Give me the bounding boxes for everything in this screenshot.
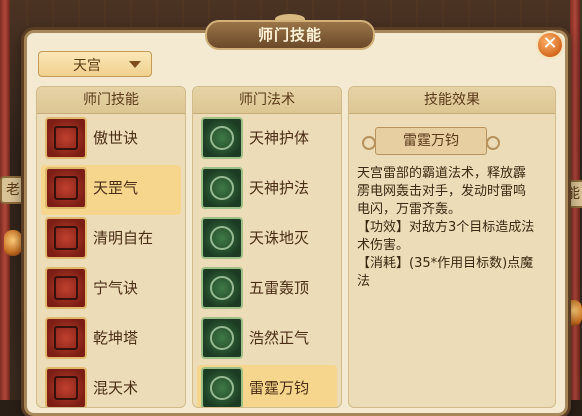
- skill-label: 乾坤塔: [93, 329, 139, 347]
- pagoda-icon: [45, 317, 87, 359]
- skill-label: 清明自在: [93, 229, 154, 247]
- figure-icon: [45, 167, 87, 209]
- effect-column-header: 技能效果: [349, 87, 555, 114]
- spell-label: 天诛地灭: [249, 229, 310, 247]
- frame-icon: [201, 217, 243, 259]
- skill-label: 宁气诀: [93, 279, 139, 297]
- scroll-icon: [45, 117, 87, 159]
- spells-column-header: 师门法术: [193, 87, 341, 114]
- effect-description-block: 天宫雷部的霸道法术，释放霹雳电网轰击对手，发动时雷鸣电闪，万雷齐轰。 【功效】对…: [357, 165, 537, 291]
- spell-row-haoranzhengqi[interactable]: 浩然正气: [197, 315, 337, 365]
- skill-row-ningqijue[interactable]: 宁气诀: [41, 265, 181, 315]
- spell-label: 天神护体: [249, 129, 310, 147]
- effect-description: 天宫雷部的霸道法术，释放霹雳电网轰击对手，发动时雷鸣电闪，万雷齐轰。: [357, 166, 527, 217]
- background-tab-left: 老: [0, 176, 26, 204]
- cloud-icon: [201, 317, 243, 359]
- skill-row-aoshijue[interactable]: 傲世诀: [41, 115, 181, 165]
- panel-title: 师门技能: [257, 26, 322, 44]
- spell-label: 天神护法: [249, 179, 310, 197]
- sect-dropdown[interactable]: 天宫: [38, 51, 152, 77]
- close-button[interactable]: ✕: [536, 31, 564, 59]
- spell-row-tianzhudimie[interactable]: 天诛地灭: [197, 215, 337, 265]
- guardian-icon: [201, 167, 243, 209]
- skill-label: 混天术: [93, 379, 139, 397]
- spell-label: 五雷轰顶: [249, 279, 310, 297]
- caret-down-icon: [129, 61, 141, 68]
- effect-column: 技能效果 雷霆万钧 天宫雷部的霸道法术，释放霹雳电网轰击对手，发动时雷鸣电闪，万…: [348, 86, 556, 408]
- sect-dropdown-value: 天宫: [73, 58, 101, 74]
- spell-row-tianshenhufa[interactable]: 天神护法: [197, 165, 337, 215]
- skills-column: 师门技能 傲世诀 天罡气 清明自在 宁气诀 乾坤塔 混天术: [36, 86, 186, 408]
- spell-row-wuleihongding[interactable]: 五雷轰顶: [197, 265, 337, 315]
- effect-power-line: 【功效】对敌方3个目标造成法术伤害。: [357, 220, 535, 253]
- spell-label: 雷霆万钧: [249, 379, 310, 397]
- skill-row-qiankunta[interactable]: 乾坤塔: [41, 315, 181, 365]
- spell-row-leitingwanjun[interactable]: 雷霆万钧: [197, 365, 337, 407]
- bell-icon: [45, 217, 87, 259]
- effect-spell-name: 雷霆万钧: [362, 127, 500, 155]
- effect-cost-line: 【消耗】(35*作用目标数)点魔法: [357, 256, 534, 289]
- skills-column-header: 师门技能: [37, 87, 185, 114]
- skill-row-huntianshu[interactable]: 混天术: [41, 365, 181, 407]
- skill-row-tiangangqi[interactable]: 天罡气: [41, 165, 181, 215]
- shield-icon: [201, 117, 243, 159]
- lantern-icon: [4, 230, 22, 256]
- skill-label: 傲世诀: [93, 129, 139, 147]
- ring-icon: [45, 267, 87, 309]
- warrior-icon: [45, 367, 87, 407]
- claw-icon: [201, 367, 243, 407]
- spells-column: 师门法术 天神护体 天神护法 天诛地灭 五雷轰顶 浩然正气 雷霆万钧: [192, 86, 342, 408]
- spell-row-tianshenhuti[interactable]: 天神护体: [197, 115, 337, 165]
- skill-label: 天罡气: [93, 179, 139, 197]
- spell-label: 浩然正气: [249, 329, 310, 347]
- lightning-icon: [201, 267, 243, 309]
- panel-title-plate: 师门技能: [205, 20, 375, 50]
- skill-row-qingmingzizai[interactable]: 清明自在: [41, 215, 181, 265]
